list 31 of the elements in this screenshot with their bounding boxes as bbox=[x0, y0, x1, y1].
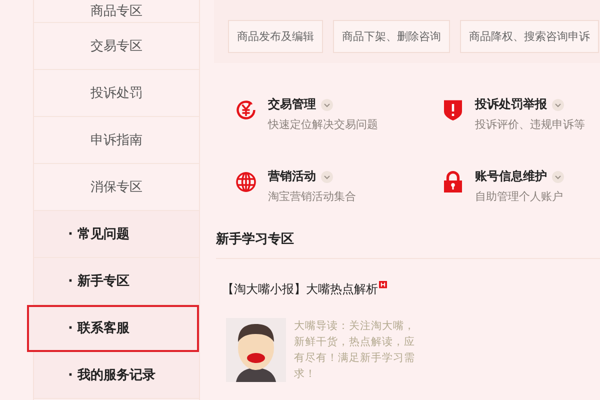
sidebar-item[interactable]: · 我的服务记录 bbox=[34, 352, 199, 399]
dropdown-caret-icon[interactable] bbox=[552, 170, 564, 182]
quick-link-description: 淘宝营销活动集合 bbox=[268, 189, 356, 204]
article-title[interactable]: 【淘大嘴小报】大嘴热点解析 bbox=[222, 281, 378, 298]
topic-tag[interactable]: 商品发布及编辑 bbox=[228, 20, 323, 53]
shield-alert-icon bbox=[441, 98, 465, 122]
quick-link-title[interactable]: 交易管理 bbox=[268, 96, 316, 113]
sidebar-item[interactable]: · 常见问题 bbox=[34, 211, 199, 258]
cartoon-avatar-drawing bbox=[226, 318, 286, 382]
sidebar-item[interactable]: · 新手专区 bbox=[34, 258, 199, 305]
padlock-icon bbox=[441, 170, 465, 194]
topic-tag[interactable]: 商品降权、搜索咨询申诉 bbox=[460, 20, 599, 53]
quick-link-description: 自助管理个人账户 bbox=[475, 189, 564, 204]
quick-link-title[interactable]: 账号信息维护 bbox=[475, 168, 547, 185]
sidebar-item[interactable]: 商品专区 bbox=[34, 0, 199, 23]
sidebar-item[interactable]: · 联系客服 bbox=[27, 305, 199, 352]
dropdown-caret-icon[interactable] bbox=[321, 170, 333, 182]
quick-link-description: 投诉评价、违规申诉等 bbox=[475, 117, 585, 132]
quick-link-description: 快速定位解决交易问题 bbox=[268, 117, 378, 132]
topic-tag[interactable]: 商品下架、删除咨询 bbox=[333, 20, 450, 53]
yen-refresh-icon bbox=[234, 98, 258, 122]
quick-link-title[interactable]: 投诉处罚举报 bbox=[475, 96, 547, 113]
article-summary: 大嘴导读：关注淘大嘴，新鲜干货，热点解读，应有尽有！满足新手学习需求！ bbox=[294, 319, 416, 382]
globe-icon bbox=[234, 170, 258, 194]
section-heading: 新手学习专区 bbox=[216, 230, 600, 259]
dropdown-caret-icon[interactable] bbox=[321, 98, 333, 110]
dropdown-caret-icon[interactable] bbox=[552, 98, 564, 110]
quick-link-title[interactable]: 营销活动 bbox=[268, 168, 316, 185]
sidebar-item[interactable]: 投诉处罚 bbox=[34, 70, 199, 117]
sidebar-item[interactable]: 交易专区 bbox=[34, 23, 199, 70]
sidebar-item[interactable]: 申诉指南 bbox=[34, 117, 199, 164]
